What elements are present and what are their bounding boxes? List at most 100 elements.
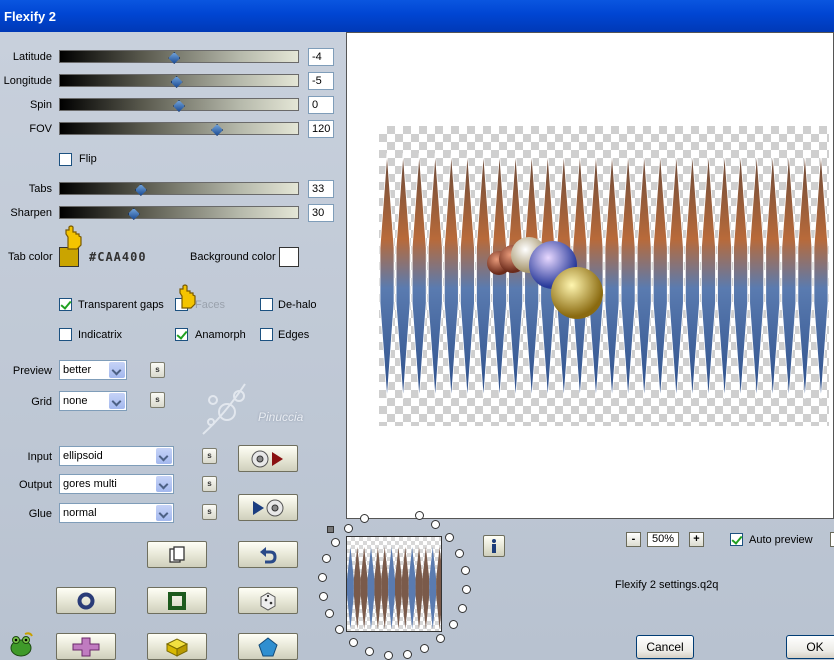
- help-button-edge[interactable]: [830, 532, 834, 547]
- tabs-slider-thumb[interactable]: [134, 184, 147, 196]
- output-select[interactable]: gores multi: [59, 474, 174, 494]
- dial-dot[interactable]: [460, 566, 470, 576]
- preview-select[interactable]: better: [59, 360, 127, 380]
- fov-slider-thumb[interactable]: [211, 124, 224, 136]
- dial-dot[interactable]: [445, 532, 455, 542]
- ok-button[interactable]: OK: [786, 635, 834, 659]
- latitude-slider[interactable]: [59, 50, 299, 64]
- dial-dot[interactable]: [359, 513, 369, 523]
- preview-canvas[interactable]: [346, 32, 834, 519]
- de-halo-label: De-halo: [278, 299, 317, 311]
- input-select[interactable]: ellipsoid: [59, 446, 174, 466]
- dialog-client: Latitude -4 Longitude -5 Spin 0 FOV 120 Tabs 33 Sh…: [0, 32, 834, 660]
- latitude-value-field[interactable]: -4: [308, 48, 334, 66]
- indicatrix-checkbox[interactable]: [59, 328, 72, 341]
- copy-button[interactable]: [147, 541, 207, 568]
- latitude-slider-thumb[interactable]: [168, 52, 181, 64]
- pentagon-button[interactable]: [238, 633, 298, 660]
- sharpen-value-field[interactable]: 30: [308, 204, 334, 222]
- tabs-slider[interactable]: [59, 182, 299, 196]
- dial-dot[interactable]: [343, 523, 353, 533]
- info-icon: [492, 539, 496, 553]
- dial-dot[interactable]: [436, 634, 446, 644]
- grid-s-button[interactable]: s: [150, 392, 165, 408]
- anamorph-checkbox[interactable]: [175, 328, 188, 341]
- pointing-hand-icon: [179, 284, 196, 309]
- fov-slider[interactable]: [59, 122, 299, 136]
- longitude-slider-thumb[interactable]: [170, 76, 183, 88]
- dice-button[interactable]: [238, 587, 298, 614]
- background-color-swatch[interactable]: [279, 247, 299, 267]
- chevron-down-icon[interactable]: [156, 448, 172, 464]
- edges-label: Edges: [278, 329, 310, 341]
- dial-dot[interactable]: [348, 637, 358, 647]
- input-s-button[interactable]: s: [202, 448, 217, 464]
- dial-dot[interactable]: [455, 548, 465, 558]
- output-media-button[interactable]: [238, 494, 298, 521]
- square-button[interactable]: [147, 587, 207, 614]
- transparent-gaps-label: Transparent gaps: [78, 299, 164, 311]
- chevron-down-icon[interactable]: [156, 505, 172, 521]
- spin-slider-thumb[interactable]: [173, 100, 185, 112]
- dial-dot[interactable]: [324, 609, 334, 619]
- ring-button[interactable]: [56, 587, 116, 614]
- preview-s-button[interactable]: s: [150, 362, 165, 378]
- sharpen-slider-thumb[interactable]: [127, 208, 140, 220]
- copy-pages-icon: [169, 545, 185, 563]
- flip-checkbox[interactable]: [59, 153, 72, 166]
- dial-dot[interactable]: [319, 591, 329, 601]
- edges-checkbox[interactable]: [260, 328, 273, 341]
- fov-value-field[interactable]: 120: [308, 120, 334, 138]
- sharpen-slider[interactable]: [59, 206, 299, 220]
- longitude-value-field[interactable]: -5: [308, 72, 334, 90]
- chevron-down-icon[interactable]: [156, 476, 172, 492]
- navigator-thumbnail[interactable]: [346, 536, 442, 632]
- dial-dot[interactable]: [383, 650, 393, 660]
- dial-dot[interactable]: [334, 625, 344, 635]
- dial-dot[interactable]: [461, 585, 471, 595]
- glue-label: Glue: [28, 508, 52, 520]
- undo-button[interactable]: [238, 541, 298, 568]
- navigator-handle[interactable]: [327, 526, 334, 533]
- info-button[interactable]: [483, 535, 505, 557]
- ring-icon: [77, 592, 95, 609]
- dial-dot[interactable]: [431, 520, 441, 530]
- glue-select[interactable]: normal: [59, 503, 174, 523]
- zoom-out-button[interactable]: -: [626, 532, 641, 547]
- dial-dot[interactable]: [457, 603, 467, 613]
- chevron-down-icon[interactable]: [109, 362, 125, 378]
- dial-dot[interactable]: [318, 572, 328, 582]
- input-media-button[interactable]: [238, 445, 298, 472]
- tabs-value-field[interactable]: 33: [308, 180, 334, 198]
- flip-label: Flip: [79, 153, 97, 165]
- grid-select[interactable]: none: [59, 391, 127, 411]
- transparent-gaps-checkbox[interactable]: [59, 298, 72, 311]
- cube-button[interactable]: [147, 633, 207, 660]
- chevron-down-icon[interactable]: [109, 393, 125, 409]
- de-halo-checkbox[interactable]: [260, 298, 273, 311]
- sharpen-label: Sharpen: [10, 207, 52, 219]
- dial-dot[interactable]: [420, 644, 430, 654]
- disc-play-icon: [251, 450, 283, 467]
- spin-value-field[interactable]: 0: [308, 96, 334, 114]
- spin-slider[interactable]: [59, 98, 299, 112]
- preview-select-value: better: [63, 364, 92, 376]
- grid-select-value: none: [63, 395, 88, 407]
- window-title: Flexify 2: [0, 0, 834, 32]
- dial-dot[interactable]: [322, 554, 332, 564]
- dial-dot[interactable]: [331, 537, 341, 547]
- dial-dot[interactable]: [414, 511, 424, 521]
- cross-button[interactable]: [56, 633, 116, 660]
- cancel-button[interactable]: Cancel: [636, 635, 694, 659]
- output-label: Output: [18, 479, 52, 491]
- glue-s-button[interactable]: s: [202, 504, 217, 520]
- zoom-in-button[interactable]: +: [689, 532, 704, 547]
- dial-dot[interactable]: [448, 620, 458, 630]
- dial-dot[interactable]: [365, 646, 375, 656]
- input-label: Input: [27, 451, 52, 463]
- dial-dot[interactable]: [402, 649, 412, 659]
- square-frame-icon: [168, 591, 186, 610]
- output-s-button[interactable]: s: [202, 476, 217, 492]
- auto-preview-checkbox[interactable]: [730, 533, 743, 546]
- longitude-slider[interactable]: [59, 74, 299, 88]
